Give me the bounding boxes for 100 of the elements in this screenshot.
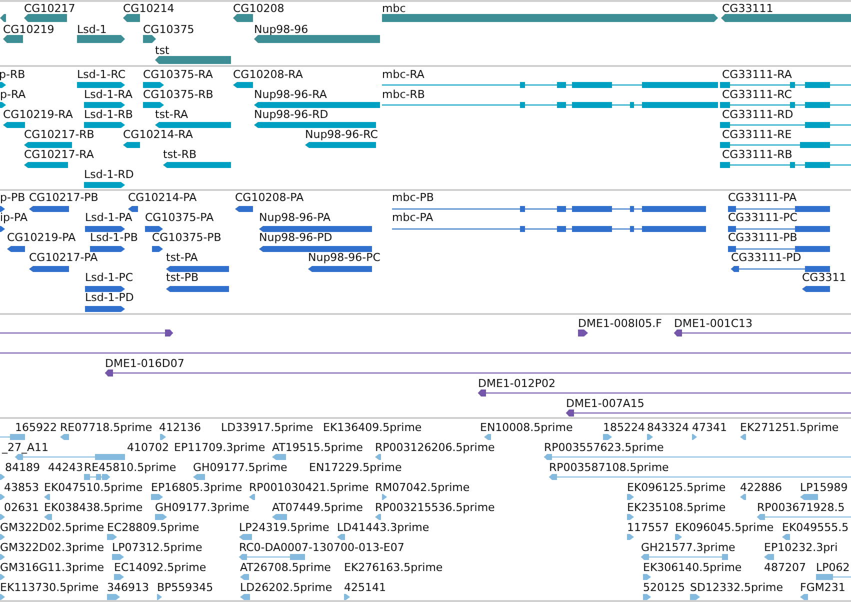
protein-label: p-PB xyxy=(0,191,26,204)
est-label: EK276163.5prime xyxy=(344,561,443,574)
est-label: EK096125.5prime xyxy=(627,481,726,494)
protein-label: CG10208-PA xyxy=(235,191,304,204)
gene-label: CG10208 xyxy=(233,2,284,15)
est-label: RP003671928.5 xyxy=(757,501,845,514)
est-label: LP062 xyxy=(816,561,850,574)
est-label: SD12332.5prime xyxy=(690,581,783,594)
est-label: EK049555.5 xyxy=(782,521,849,534)
protein-label: CG10217-PB xyxy=(29,191,98,204)
transcript-label: CG33111-RB xyxy=(722,148,792,161)
gene-label: Lsd-1 xyxy=(77,23,107,36)
est-label: LD26202.5prime xyxy=(240,581,332,594)
est-label: RE45810.5prime xyxy=(84,461,176,474)
est-label: EK271251.5prime xyxy=(740,421,839,434)
transcript-label: Nup98-96-RC xyxy=(305,128,378,141)
est-label: LD41443.3prime xyxy=(337,521,430,534)
est-label: 410702 xyxy=(127,441,169,454)
protein-label: CG10375-PA xyxy=(145,211,214,224)
gene-label: CG10219 xyxy=(3,23,54,36)
transcript-label: CG10208-RA xyxy=(233,68,303,81)
est-label: EN17229.5prime xyxy=(309,461,402,474)
est-label: RE07718.5prime xyxy=(60,421,152,434)
protein-label: Lsd-1-PC xyxy=(85,271,134,284)
est-label: RP001030421.5prime xyxy=(249,481,369,494)
est-label: _27_A11 xyxy=(2,441,49,454)
est-label: BP559345 xyxy=(157,581,214,594)
transcript-label: CG10214-RA xyxy=(123,128,193,141)
transcript-label: p-RB xyxy=(0,68,26,81)
protein-label: CG3311 xyxy=(802,271,846,284)
transcript-label: CG33111-RD xyxy=(722,108,794,121)
clone-label: DME1-012P02 xyxy=(478,377,556,390)
transcript-label: Nup98-96-RD xyxy=(254,108,328,121)
transcript-label: tst-RA xyxy=(155,108,188,121)
transcript-label: Lsd-1-RD xyxy=(84,168,134,181)
est-label: 117557 xyxy=(627,521,669,534)
est-label: RC0-DA0007-130700-013-E07 xyxy=(239,541,404,554)
est-label: EP10232.3pri xyxy=(764,541,838,554)
est-label: 43853 xyxy=(4,481,39,494)
clone-label: DME1-008I05.F xyxy=(578,317,662,330)
protein-label: CG10214-PA xyxy=(128,191,197,204)
transcript-label: Lsd-1-RA xyxy=(84,88,133,101)
gene-label: Nup98-96 xyxy=(254,23,308,36)
transcript-label: mbc-RB xyxy=(382,88,425,101)
protein-label: ip-PA xyxy=(0,211,28,224)
est-label: GM316G11.3prime xyxy=(0,561,104,574)
gene-label: CG10214 xyxy=(123,2,174,15)
transcript-label: tst-RB xyxy=(163,148,197,161)
protein-label: Lsd-1-PB xyxy=(90,231,138,244)
est-label: LP07312.5prime xyxy=(112,541,202,554)
est-label: 02631 xyxy=(4,501,39,514)
transcript-label: CG10375-RB xyxy=(143,88,214,101)
protein-label: CG33111-PD xyxy=(731,251,802,264)
transcript-label: p-RA xyxy=(0,88,26,101)
est-label: EK047510.5prime xyxy=(44,481,143,494)
est-label: LP24319.5prime xyxy=(239,521,330,534)
est-label: 44243 xyxy=(48,461,83,474)
est-label: 425141 xyxy=(344,581,386,594)
transcript-label: CG10217-RB xyxy=(24,128,94,141)
protein-label: CG33111-PB xyxy=(728,231,798,244)
transcript-label: Lsd-1-RC xyxy=(77,68,126,81)
clone-label: DME1-016D07 xyxy=(105,357,184,370)
est-label: RP003215536.5prime xyxy=(375,501,495,514)
transcript-label: CG33111-RA xyxy=(722,68,792,81)
transcript-label: CG10219-RA xyxy=(3,108,73,121)
est-label: 487207 xyxy=(764,561,806,574)
est-label: EK038438.5prime xyxy=(44,501,143,514)
protein-label: CG33111-PA xyxy=(728,191,797,204)
est-label: RP003587108.5prime xyxy=(549,461,669,474)
est-label: 412136 xyxy=(159,421,201,434)
est-label: 47341 xyxy=(692,421,727,434)
transcript-label: mbc-RA xyxy=(382,68,424,81)
est-label: 346913 xyxy=(107,581,149,594)
protein-label: CG33111-PC xyxy=(728,211,798,224)
est-label: AT26708.5prime xyxy=(240,561,331,574)
protein-label: Nup98-96-PC xyxy=(308,251,380,264)
est-label: GM322D02.5prime xyxy=(0,521,104,534)
transcript-label: CG33111-RE xyxy=(722,128,792,141)
est-label: LD33917.5prime xyxy=(221,421,314,434)
est-label: AT19515.5prime xyxy=(272,441,363,454)
gene-label: CG33111 xyxy=(722,2,774,15)
est-label: GH09177.5prime xyxy=(193,461,288,474)
est-label: RM07042.5prime xyxy=(375,481,470,494)
est-label: EP16805.3prime xyxy=(151,481,242,494)
gene-label: tst xyxy=(155,44,170,57)
protein-label: tst-PA xyxy=(166,251,198,264)
protein-label: CG10375-PB xyxy=(152,231,222,244)
protein-label: Lsd-1-PD xyxy=(85,291,134,304)
est-label: EK136409.5prime xyxy=(323,421,422,434)
est-label: EN10008.5prime xyxy=(480,421,573,434)
protein-label: mbc-PA xyxy=(392,211,434,224)
protein-label: Nup98-96-PD xyxy=(259,231,332,244)
est-label: AT07449.5prime xyxy=(272,501,363,514)
est-label: 422886 xyxy=(740,481,782,494)
gene-label: CG10375 xyxy=(143,23,194,36)
est-label: EC14092.5prime xyxy=(114,561,206,574)
est-label: 165922 xyxy=(15,421,57,434)
protein-label: CG10219-PA xyxy=(7,231,76,244)
gene-label: mbc xyxy=(382,2,406,15)
clone-label: DME1-007A15 xyxy=(566,397,644,410)
